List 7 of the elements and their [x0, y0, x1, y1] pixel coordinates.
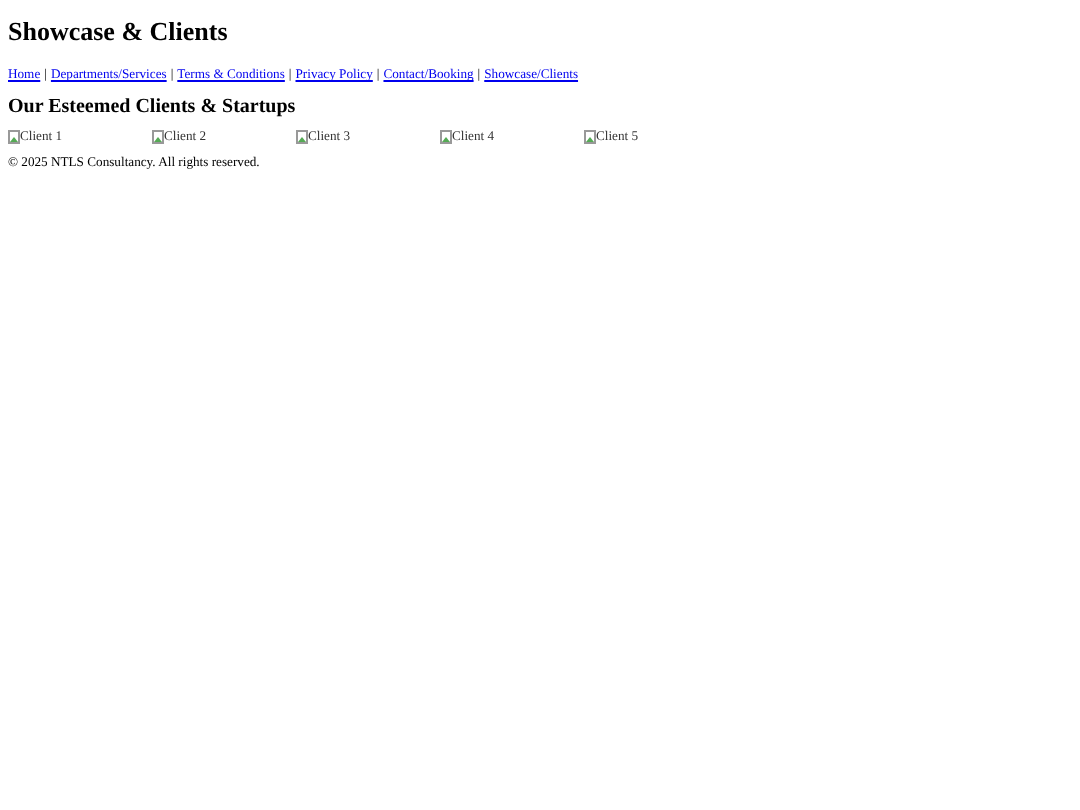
- section-heading: Our Esteemed Clients & Startups: [8, 96, 298, 118]
- broken-image-icon: [584, 130, 596, 144]
- broken-image-icon: [296, 130, 308, 144]
- broken-image-icon: [8, 130, 20, 144]
- broken-image-icon: [152, 130, 164, 144]
- page-title: Showcase & Clients: [8, 16, 230, 48]
- broken-image-icon: [440, 130, 452, 144]
